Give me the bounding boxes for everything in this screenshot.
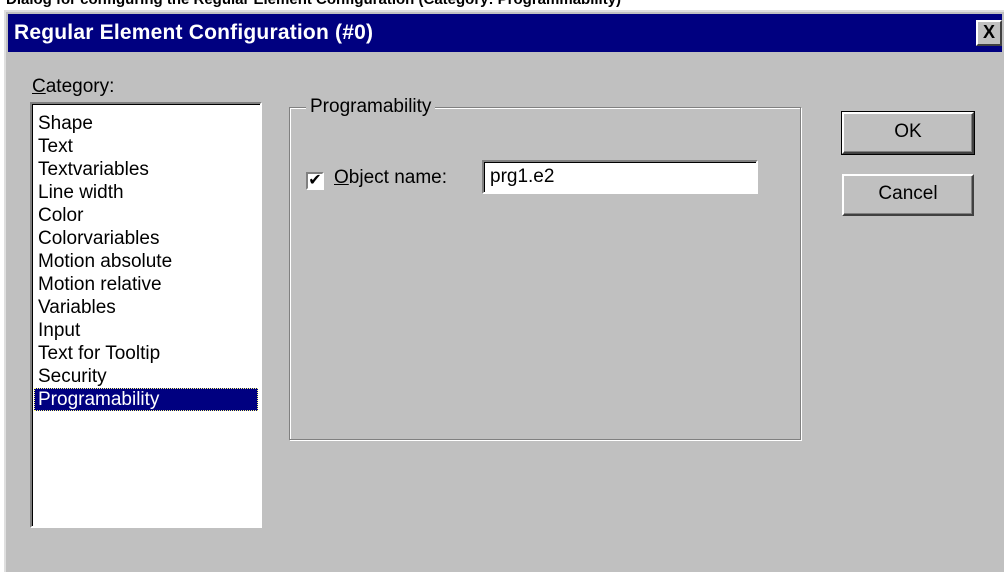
programability-groupbox: Programability	[289, 96, 801, 440]
object-name-input[interactable]	[482, 160, 758, 194]
ok-button[interactable]: OK	[841, 111, 975, 155]
list-item[interactable]: Programability	[34, 388, 258, 411]
list-item[interactable]: Shape	[34, 112, 258, 135]
list-item[interactable]: Line width	[34, 181, 258, 204]
object-name-label-rest: bject name:	[348, 167, 448, 188]
list-item[interactable]: Textvariables	[34, 158, 258, 181]
list-item[interactable]: Colorvariables	[34, 227, 258, 250]
caption-text: Dialog for configuring the Regular Eleme…	[6, 0, 621, 8]
checkmark-icon: ✔	[308, 172, 322, 189]
category-listbox[interactable]: Shape Text Textvariables Line width Color Col…	[30, 102, 262, 528]
category-label-rest: ategory:	[45, 76, 115, 97]
object-name-label-accel: O	[334, 167, 349, 188]
list-item[interactable]: Color	[34, 204, 258, 227]
cancel-button[interactable]: Cancel	[842, 174, 974, 216]
category-label: Category:	[32, 76, 114, 98]
list-item[interactable]: Motion absolute	[34, 250, 258, 273]
list-item[interactable]: Input	[34, 319, 258, 342]
object-name-label: Object name:	[334, 167, 447, 189]
window-title: Regular Element Configuration (#0)	[14, 21, 374, 44]
object-name-checkbox[interactable]: ✔	[306, 172, 324, 190]
title-bar[interactable]: Regular Element Configuration (#0) X	[8, 14, 1002, 52]
list-item[interactable]: Variables	[34, 296, 258, 319]
list-item[interactable]: Security	[34, 365, 258, 388]
close-icon: X	[982, 22, 995, 42]
close-button[interactable]: X	[976, 20, 1002, 46]
caption-strip: Dialog for configuring the Regular Eleme…	[0, 0, 1004, 10]
category-label-accel: C	[32, 76, 46, 97]
list-item[interactable]: Motion relative	[34, 273, 258, 296]
groupbox-title: Programability	[306, 96, 436, 118]
list-item[interactable]: Text	[34, 135, 258, 158]
list-item[interactable]: Text for Tooltip	[34, 342, 258, 365]
